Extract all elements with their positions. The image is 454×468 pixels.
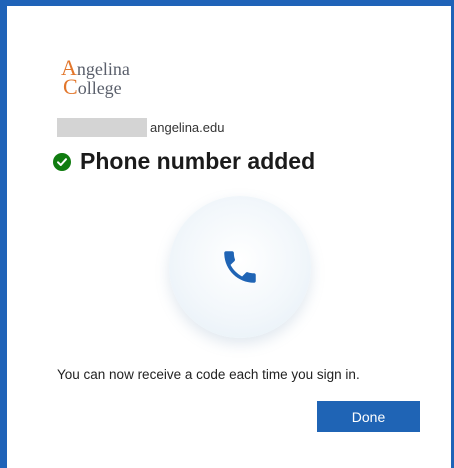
check-circle-icon xyxy=(53,152,71,171)
done-button[interactable]: Done xyxy=(317,401,420,432)
page-title-row: Phone number added xyxy=(53,148,315,175)
account-domain: angelina.edu xyxy=(150,120,225,135)
phone-illustration xyxy=(169,196,311,338)
account-identifier: angelina.edu xyxy=(57,118,224,137)
phone-icon xyxy=(224,251,256,283)
redacted-username xyxy=(57,118,147,137)
dialog-frame: Angelina College angelina.edu Phone numb… xyxy=(0,0,454,468)
confirmation-message: You can now receive a code each time you… xyxy=(57,367,360,382)
page-title: Phone number added xyxy=(80,148,316,174)
angelina-college-logo: Angelina College xyxy=(61,55,130,99)
